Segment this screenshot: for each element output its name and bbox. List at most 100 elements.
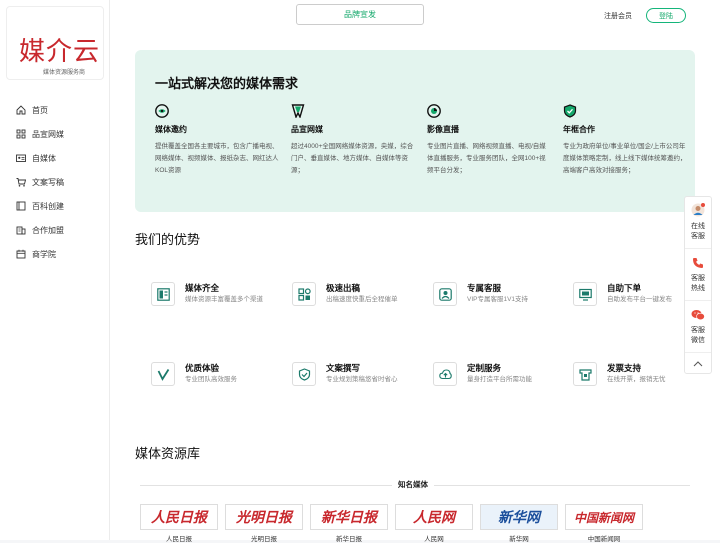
- sidebar-item-label: 品宣网媒: [32, 129, 64, 139]
- advantage-title: 自助下单: [607, 283, 642, 293]
- sidebar-item-home[interactable]: 首页: [0, 98, 110, 122]
- media-card[interactable]: 光明日报 光明日报: [225, 504, 303, 543]
- home-icon: [16, 105, 26, 115]
- advantage-item: 专属客服 VIP专属客服1V1支持: [433, 282, 563, 326]
- feature-title: 媒体邀约: [155, 125, 187, 134]
- logo[interactable]: 媒介云 媒体资源服务商: [6, 6, 104, 80]
- media-card[interactable]: 新华网 新华网: [480, 504, 558, 543]
- advantage-title: 专属客服: [467, 283, 502, 293]
- sidebar-item-label: 自媒体: [32, 153, 56, 163]
- sidebar: 媒介云 媒体资源服务商 首页 品宣网媒 自媒体 文案写稿 百科创建 合作加盟 商…: [0, 0, 110, 540]
- media-logo: 新华日报: [321, 511, 377, 526]
- feature-live-stream: 影像直播 专业图片直播、网络视频直播、电视/自媒体直播服务，专业服务团队，全网1…: [427, 104, 551, 177]
- invoice-icon: [573, 362, 597, 386]
- hero-banner: 一站式解决您的媒体需求 媒体邀约 提供覆盖全国各主要城市，包含广播电视、网络媒体…: [135, 50, 695, 212]
- advantage-desc: 媒体资源丰富覆盖多个渠道: [185, 296, 263, 303]
- feature-annual: 年框合作 专业为政府单位/事业单位/国企/上市公司年度媒体策略定制，线上线下媒体…: [563, 104, 687, 177]
- advantage-item: 媒体齐全 媒体资源丰富覆盖多个渠道: [151, 282, 281, 326]
- phone-icon: [692, 256, 704, 274]
- media-logo-box: 新华网: [480, 504, 558, 530]
- sidebar-item-label: 合作加盟: [32, 225, 64, 235]
- media-name: 人民日报: [166, 536, 192, 543]
- feature-desc: 专业为政府单位/事业单位/国企/上市公司年度媒体策略定制，线上线下媒体统筹邀约，…: [563, 143, 687, 174]
- advantage-title: 定制服务: [467, 363, 502, 373]
- ribbon-icon: [291, 104, 305, 119]
- login-button[interactable]: 登陆: [646, 8, 686, 23]
- media-name: 人民网: [424, 536, 444, 543]
- register-link[interactable]: 注册会员: [604, 11, 632, 21]
- main-content: 品牌宣发 注册会员 登陆 一站式解决您的媒体需求 媒体邀约 提供覆盖全国各主要城…: [110, 0, 720, 543]
- sidebar-item-self-media[interactable]: 自媒体: [0, 146, 110, 170]
- building-icon: [16, 225, 26, 235]
- service-wechat-button[interactable]: 客服微信: [685, 301, 711, 353]
- sidebar-item-wiki[interactable]: 百科创建: [0, 194, 110, 218]
- online-service-button[interactable]: 在线客服: [685, 197, 711, 249]
- media-card[interactable]: 人民网 人民网: [395, 504, 473, 543]
- media-name: 中国新闻网: [587, 536, 621, 543]
- feature-title: 品宣网媒: [291, 125, 323, 134]
- library-title: 媒体资源库: [135, 446, 201, 461]
- sidebar-item-copywriting[interactable]: 文案写稿: [0, 170, 110, 194]
- feature-desc: 专业图片直播、网络视频直播、电视/自媒体直播服务，专业服务团队，全网100+视频…: [427, 143, 546, 174]
- advantage-title: 优质体验: [185, 363, 220, 373]
- media-card[interactable]: 人民日报 人民日报: [140, 504, 218, 543]
- advantage-title: 极速出稿: [326, 283, 361, 293]
- feature-title: 年框合作: [563, 125, 595, 134]
- famous-media-label: 知名媒体: [392, 479, 434, 490]
- user-icon: [433, 282, 457, 306]
- monitor-icon: [573, 282, 597, 306]
- check-icon: [151, 362, 175, 386]
- media-name: 光明日报: [251, 536, 277, 543]
- grid-icon: [16, 129, 26, 139]
- sidebar-item-label: 首页: [32, 105, 48, 115]
- logo-text: 媒介云: [19, 37, 101, 66]
- advantage-desc: VIP专属客服1V1支持: [467, 296, 529, 303]
- feature-web-media: 品宣网媒 超过4000+全国网络媒体资源，央媒，综合门户、垂直媒体、地方媒体、自…: [291, 104, 415, 177]
- sidebar-item-partnership[interactable]: 合作加盟: [0, 218, 110, 242]
- sidebar-nav: 首页 品宣网媒 自媒体 文案写稿 百科创建 合作加盟 商学院: [0, 98, 110, 266]
- book-icon: [16, 201, 26, 211]
- feature-title: 影像直播: [427, 125, 459, 134]
- feature-desc: 超过4000+全国网络媒体资源，央媒，综合门户、垂直媒体、地方媒体、自媒体等资源…: [291, 143, 414, 174]
- advantage-item: 优质体验 专业团队高效服务: [151, 362, 281, 406]
- logo-subtitle: 媒体资源服务商: [43, 70, 86, 76]
- media-logo: 中国新闻网: [573, 510, 634, 525]
- sidebar-item-web-media[interactable]: 品宣网媒: [0, 122, 110, 146]
- media-logo: 人民日报: [151, 511, 207, 526]
- id-card-icon: [16, 153, 26, 163]
- advantage-title: 发票支持: [607, 363, 642, 373]
- float-label: 客服热线: [691, 274, 705, 292]
- sidebar-item-label: 文案写稿: [32, 177, 64, 187]
- feature-media-invite: 媒体邀约 提供覆盖全国各主要城市，包含广播电视、网络媒体、视频媒体、报纸杂志、网…: [155, 104, 279, 177]
- advantages-title: 我们的优势: [135, 232, 201, 247]
- sidebar-item-label: 百科创建: [32, 201, 64, 211]
- advantage-item: 极速出稿 出稿速度快重后全程催单: [292, 282, 422, 326]
- floating-service-bar: 在线客服 客服热线 客服微信: [684, 196, 712, 374]
- sidebar-item-label: 商学院: [32, 249, 56, 259]
- media-card[interactable]: 新华日报 新华日报: [310, 504, 388, 543]
- back-to-top-button[interactable]: [685, 353, 711, 373]
- media-logo-box: 光明日报: [225, 504, 303, 530]
- advantage-desc: 专业团队高效服务: [185, 376, 237, 383]
- advantage-item: 文案撰写 专业规划策稿悠省时省心: [292, 362, 422, 406]
- sidebar-item-academy[interactable]: 商学院: [0, 242, 110, 266]
- media-logo: 光明日报: [236, 511, 292, 526]
- service-hotline-button[interactable]: 客服热线: [685, 249, 711, 301]
- media-card[interactable]: 中国新闻网 中国新闻网: [565, 504, 643, 543]
- advantage-title: 媒体齐全: [185, 283, 220, 293]
- top-bar: 品牌宣发 注册会员 登陆: [110, 0, 720, 30]
- advantage-desc: 专业规划策稿悠省时省心: [326, 376, 398, 383]
- brand-promotion-button[interactable]: 品牌宣发: [296, 4, 424, 25]
- advantage-desc: 出稿速度快重后全程催单: [326, 296, 398, 303]
- eye-icon: [155, 104, 169, 118]
- feature-desc: 提供覆盖全国各主要城市，包含广播电视、网络媒体、视频媒体、报纸杂志、网红达人KO…: [155, 143, 279, 174]
- media-logo-box: 人民日报: [140, 504, 218, 530]
- media-logo-box: 人民网: [395, 504, 473, 530]
- media-name: 新华网: [509, 536, 529, 543]
- cart-icon: [16, 177, 26, 187]
- media-logo: 新华网: [498, 511, 540, 526]
- shield-icon: [292, 362, 316, 386]
- hero-title: 一站式解决您的媒体需求: [155, 76, 299, 91]
- advantage-title: 文案撰写: [326, 363, 361, 373]
- chevron-up-icon: [693, 354, 703, 372]
